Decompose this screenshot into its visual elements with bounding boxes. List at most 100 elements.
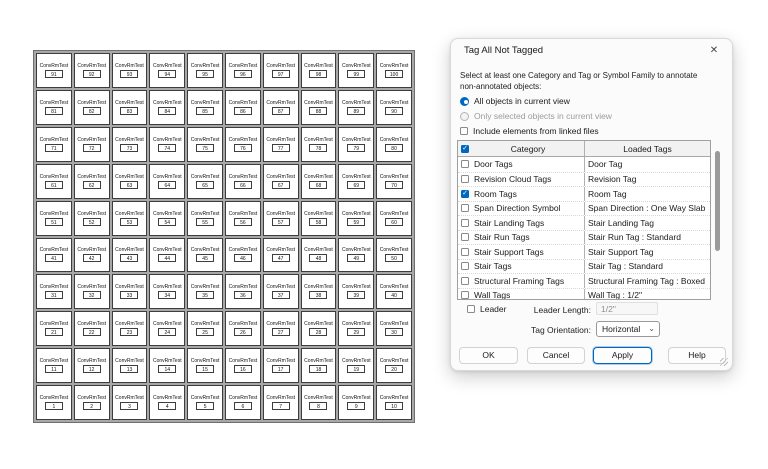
table-row[interactable]: Structural Framing Tags Structural Framin… — [458, 273, 710, 288]
row-checkbox[interactable] — [461, 204, 469, 213]
room-cell[interactable]: ConvRmTest 78 — [300, 126, 337, 162]
room-cell[interactable]: ConvRmTest 46 — [224, 237, 261, 273]
room-cell[interactable]: ConvRmTest 54 — [149, 200, 186, 236]
room-cell[interactable]: ConvRmTest 76 — [224, 126, 261, 162]
room-cell[interactable]: ConvRmTest 31 — [36, 274, 72, 310]
tag-orientation-dropdown[interactable]: Horizontal ⌄ — [596, 321, 660, 337]
room-cell[interactable]: ConvRmTest 62 — [73, 163, 110, 199]
table-row[interactable]: Stair Run Tags Stair Run Tag : Standard — [458, 229, 710, 244]
room-cell[interactable]: ConvRmTest 2 — [73, 385, 110, 420]
room-cell[interactable]: ConvRmTest 90 — [376, 89, 412, 125]
table-row[interactable]: Stair Tags Stair Tag : Standard — [458, 258, 710, 273]
table-row[interactable]: Door Tags Door Tag — [458, 157, 710, 172]
room-cell[interactable]: ConvRmTest 36 — [224, 274, 261, 310]
room-cell[interactable]: ConvRmTest 66 — [224, 163, 261, 199]
room-cell[interactable]: ConvRmTest 47 — [262, 237, 299, 273]
resize-grip[interactable] — [720, 358, 728, 366]
table-row[interactable]: Span Direction Symbol Span Direction : On… — [458, 200, 710, 215]
table-row[interactable]: ✓ Room Tags Room Tag — [458, 186, 710, 201]
room-cell[interactable]: ConvRmTest 72 — [73, 126, 110, 162]
room-cell[interactable]: ConvRmTest 93 — [111, 53, 148, 88]
room-cell[interactable]: ConvRmTest 14 — [149, 348, 186, 384]
room-cell[interactable]: ConvRmTest 42 — [73, 237, 110, 273]
room-cell[interactable]: ConvRmTest 81 — [36, 89, 72, 125]
leader-checkbox-icon[interactable] — [467, 305, 475, 313]
room-cell[interactable]: ConvRmTest 24 — [149, 311, 186, 347]
room-cell[interactable]: ConvRmTest 91 — [36, 53, 72, 88]
room-cell[interactable]: ConvRmTest 74 — [149, 126, 186, 162]
room-cell[interactable]: ConvRmTest 13 — [111, 348, 148, 384]
room-cell[interactable]: ConvRmTest 34 — [149, 274, 186, 310]
room-cell[interactable]: ConvRmTest 5 — [187, 385, 223, 420]
checkbox-icon[interactable] — [460, 127, 468, 135]
row-checkbox[interactable] — [461, 247, 469, 256]
room-cell[interactable]: ConvRmTest 8 — [300, 385, 337, 420]
room-cell[interactable]: ConvRmTest 49 — [338, 237, 375, 273]
room-cell[interactable]: ConvRmTest 3 — [111, 385, 148, 420]
room-cell[interactable]: ConvRmTest 4 — [149, 385, 186, 420]
room-cell[interactable]: ConvRmTest 26 — [224, 311, 261, 347]
room-cell[interactable]: ConvRmTest 65 — [187, 163, 223, 199]
room-cell[interactable]: ConvRmTest 21 — [36, 311, 72, 347]
room-cell[interactable]: ConvRmTest 95 — [187, 53, 223, 88]
room-cell[interactable]: ConvRmTest 59 — [338, 200, 375, 236]
table-row[interactable]: Stair Support Tags Stair Support Tag — [458, 244, 710, 259]
room-cell[interactable]: ConvRmTest 80 — [376, 126, 412, 162]
room-cell[interactable]: ConvRmTest 19 — [338, 348, 375, 384]
apply-button[interactable]: Apply — [593, 347, 652, 364]
room-cell[interactable]: ConvRmTest 97 — [262, 53, 299, 88]
room-cell[interactable]: ConvRmTest 68 — [300, 163, 337, 199]
room-cell[interactable]: ConvRmTest 25 — [187, 311, 223, 347]
room-cell[interactable]: ConvRmTest 1 — [36, 385, 72, 420]
room-cell[interactable]: ConvRmTest 29 — [338, 311, 375, 347]
room-cell[interactable]: ConvRmTest 60 — [376, 200, 412, 236]
table-row[interactable]: Stair Landing Tags Stair Landing Tag — [458, 215, 710, 230]
room-cell[interactable]: ConvRmTest 7 — [262, 385, 299, 420]
table-scrollbar-thumb[interactable] — [715, 151, 720, 251]
room-cell[interactable]: ConvRmTest 15 — [187, 348, 223, 384]
checkbox-leader[interactable]: Leader — [467, 303, 506, 315]
row-checkbox[interactable]: ✓ — [461, 189, 469, 198]
room-cell[interactable]: ConvRmTest 43 — [111, 237, 148, 273]
table-row[interactable]: Revision Cloud Tags Revision Tag — [458, 171, 710, 186]
room-cell[interactable]: ConvRmTest 27 — [262, 311, 299, 347]
room-grid[interactable]: ConvRmTest 91 ConvRmTest 92 ConvRmTest 93 Conv… — [33, 50, 415, 423]
room-cell[interactable]: ConvRmTest 79 — [338, 126, 375, 162]
room-cell[interactable]: ConvRmTest 32 — [73, 274, 110, 310]
room-cell[interactable]: ConvRmTest 71 — [36, 126, 72, 162]
row-checkbox[interactable] — [461, 218, 469, 227]
row-checkbox[interactable] — [461, 262, 469, 271]
ok-button[interactable]: OK — [459, 347, 518, 364]
room-cell[interactable]: ConvRmTest 89 — [338, 89, 375, 125]
room-cell[interactable]: ConvRmTest 45 — [187, 237, 223, 273]
room-cell[interactable]: ConvRmTest 67 — [262, 163, 299, 199]
room-cell[interactable]: ConvRmTest 53 — [111, 200, 148, 236]
cancel-button[interactable]: Cancel — [527, 347, 585, 364]
room-cell[interactable]: ConvRmTest 61 — [36, 163, 72, 199]
room-cell[interactable]: ConvRmTest 22 — [73, 311, 110, 347]
room-cell[interactable]: ConvRmTest 40 — [376, 274, 412, 310]
room-cell[interactable]: ConvRmTest 30 — [376, 311, 412, 347]
room-cell[interactable]: ConvRmTest 35 — [187, 274, 223, 310]
header-checkbox[interactable]: ✓ — [461, 144, 469, 153]
room-cell[interactable]: ConvRmTest 39 — [338, 274, 375, 310]
room-cell[interactable]: ConvRmTest 52 — [73, 200, 110, 236]
room-cell[interactable]: ConvRmTest 87 — [262, 89, 299, 125]
room-cell[interactable]: ConvRmTest 16 — [224, 348, 261, 384]
room-cell[interactable]: ConvRmTest 58 — [300, 200, 337, 236]
room-cell[interactable]: ConvRmTest 100 — [376, 53, 412, 88]
room-cell[interactable]: ConvRmTest 51 — [36, 200, 72, 236]
checkbox-include-linked[interactable]: Include elements from linked files — [460, 125, 599, 137]
room-cell[interactable]: ConvRmTest 37 — [262, 274, 299, 310]
help-button[interactable]: Help — [668, 347, 726, 364]
room-cell[interactable]: ConvRmTest 69 — [338, 163, 375, 199]
room-cell[interactable]: ConvRmTest 63 — [111, 163, 148, 199]
column-header-loaded-tags[interactable]: Loaded Tags — [584, 141, 710, 156]
room-cell[interactable]: ConvRmTest 88 — [300, 89, 337, 125]
room-cell[interactable]: ConvRmTest 98 — [300, 53, 337, 88]
row-checkbox[interactable] — [461, 160, 469, 169]
radio-selected-icon[interactable] — [460, 96, 469, 106]
room-cell[interactable]: ConvRmTest 6 — [224, 385, 261, 420]
room-cell[interactable]: ConvRmTest 23 — [111, 311, 148, 347]
room-cell[interactable]: ConvRmTest 17 — [262, 348, 299, 384]
